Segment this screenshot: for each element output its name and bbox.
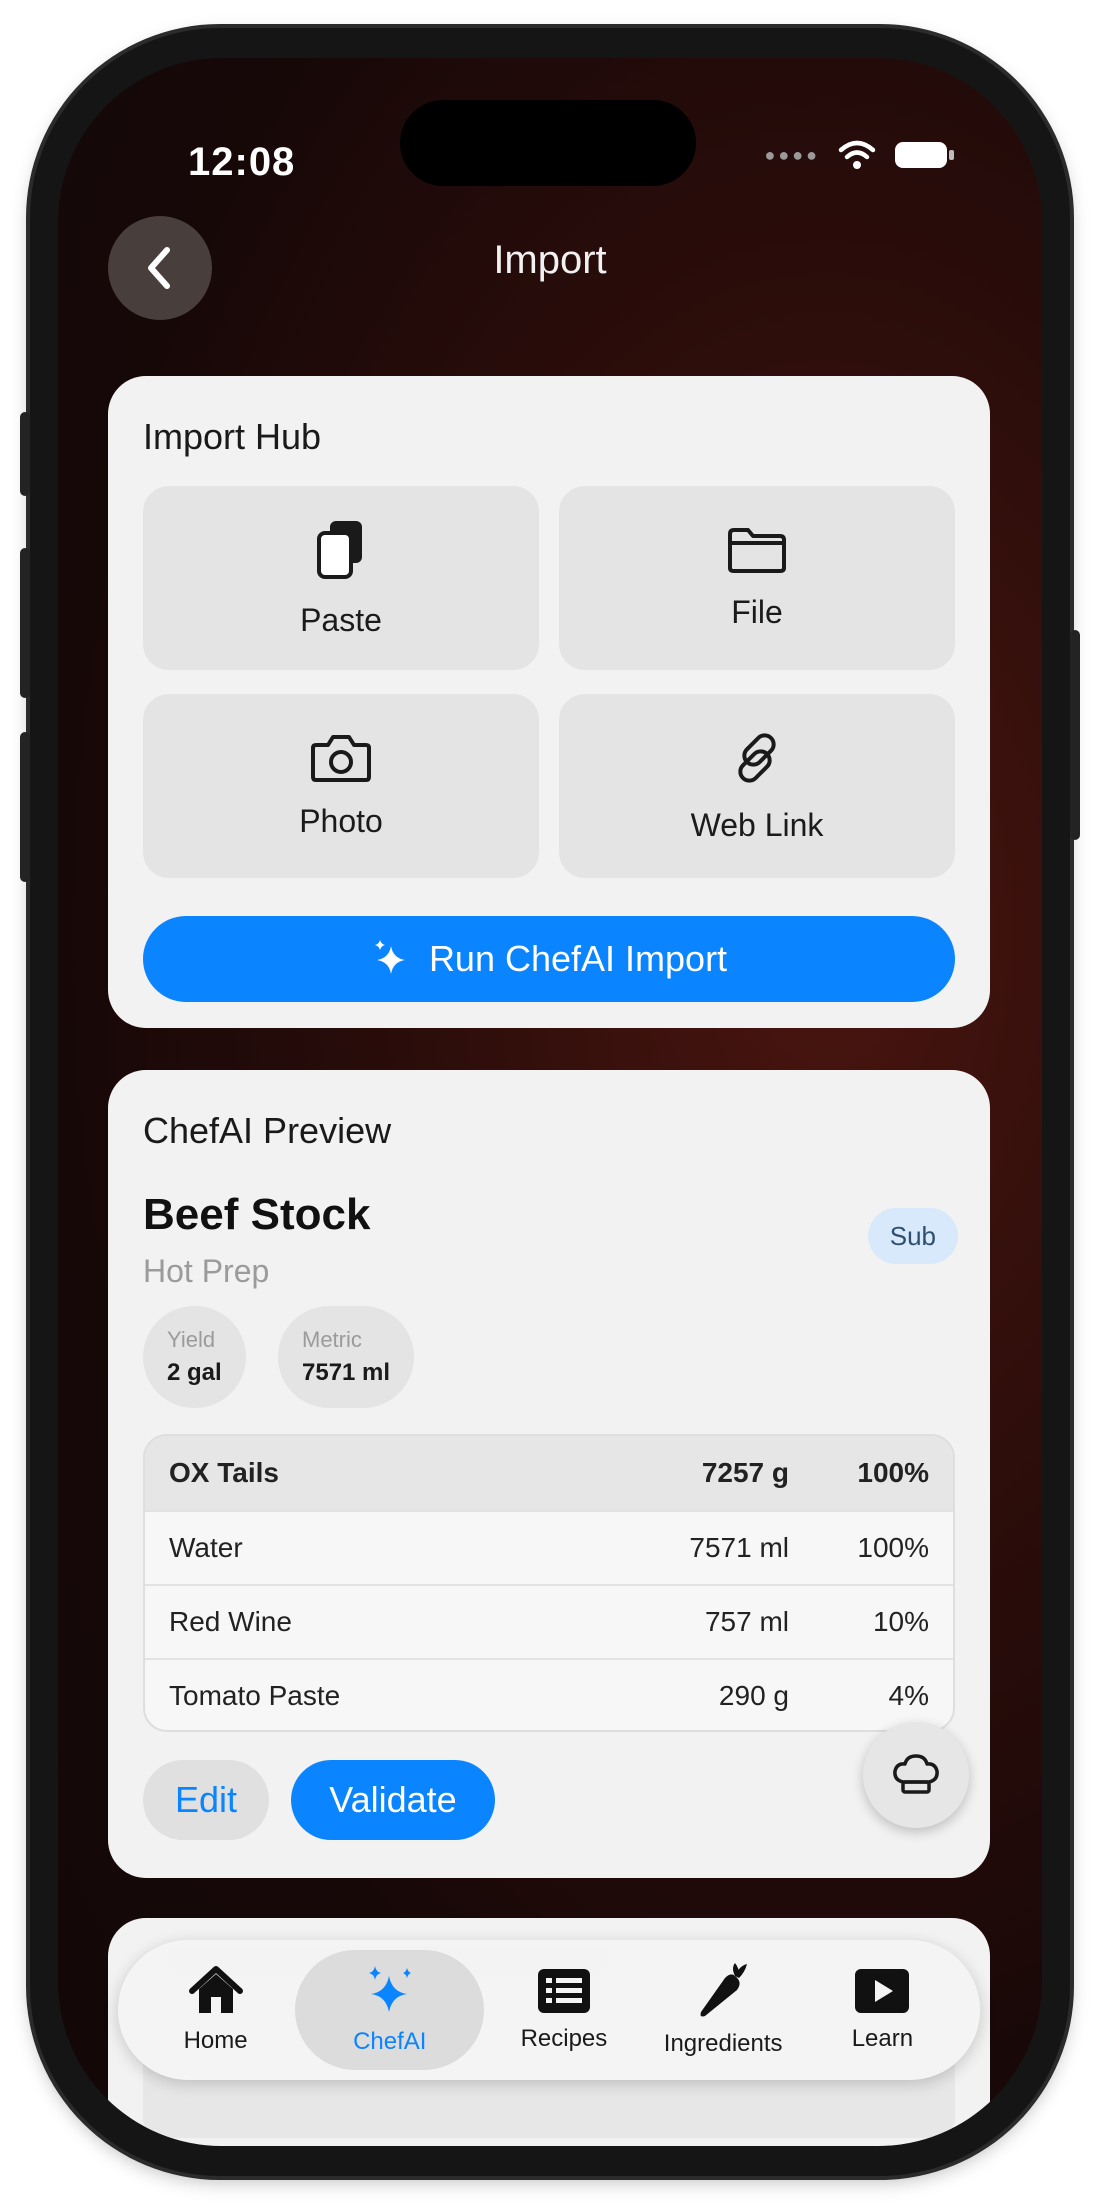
web-link-label: Web Link: [690, 806, 824, 843]
chef-hat-button[interactable]: [863, 1722, 969, 1828]
tab-chefai-label: ChefAI: [353, 2028, 427, 2055]
recipe-name: Beef Stock: [143, 1190, 371, 1239]
chefai-preview-card: ChefAI Preview Beef Stock Hot Prep Sub Y…: [108, 1070, 990, 1878]
status-time: 12:08: [188, 140, 296, 184]
metric-key: Metric: [302, 1327, 362, 1352]
tab-home[interactable]: Home: [136, 1950, 295, 2070]
chef-hat-icon: [893, 1754, 939, 1794]
volume-down-button: [20, 732, 30, 882]
photo-tile[interactable]: Photo: [143, 694, 539, 878]
dynamic-island: [400, 100, 696, 186]
table-row[interactable]: Water 7571 ml 100%: [145, 1510, 953, 1584]
import-hub-title: Import Hub: [143, 416, 322, 457]
ingredient-name: OX Tails: [169, 1457, 279, 1488]
tab-recipes-label: Recipes: [520, 2025, 608, 2052]
ingredient-percent: 100%: [857, 1457, 929, 1488]
ingredient-amount: 7257 g: [701, 1457, 789, 1488]
table-row[interactable]: Red Wine 757 ml 10%: [145, 1584, 953, 1658]
run-button-label: Run ChefAI Import: [428, 938, 728, 979]
paste-tile[interactable]: Paste: [143, 486, 539, 670]
tab-ingredients-label: Ingredients: [663, 2030, 783, 2057]
file-label: File: [731, 593, 783, 630]
yield-value: 2 gal: [167, 1359, 222, 1386]
ingredient-amount: 757 ml: [704, 1606, 789, 1637]
ingredient-percent: 4%: [888, 1680, 929, 1711]
carrot-icon: [700, 1963, 748, 2017]
power-button: [1070, 630, 1080, 840]
file-tile[interactable]: File: [559, 486, 955, 670]
camera-icon: [311, 734, 371, 782]
folder-icon: [728, 527, 786, 573]
yield-key: Yield: [167, 1327, 216, 1352]
ingredient-amount: 7571 ml: [689, 1532, 789, 1563]
validate-button[interactable]: Validate: [291, 1760, 495, 1840]
action-button: [20, 412, 30, 496]
house-icon: [188, 1966, 243, 2013]
status-badge: Sub: [867, 1208, 958, 1264]
phone-screen: 12:08 ●●●● Import Import Hub Paste File …: [58, 58, 1042, 2146]
metric-chip: Metric 7571 ml: [278, 1306, 415, 1408]
sparkles-icon: [368, 1966, 411, 2012]
paste-label: Paste: [300, 601, 382, 638]
ingredient-percent: 100%: [857, 1532, 929, 1563]
photo-label: Photo: [299, 802, 383, 839]
yield-chip: Yield 2 gal: [143, 1306, 246, 1408]
ingredient-name: Red Wine: [169, 1606, 292, 1637]
ingredient-name: Tomato Paste: [169, 1680, 341, 1711]
run-chefai-import-button[interactable]: Run ChefAI Import: [143, 916, 955, 1002]
play-icon: [855, 1969, 910, 2013]
sparkles-icon: [374, 940, 405, 974]
battery-icon: [895, 142, 954, 168]
wifi-icon: [838, 140, 876, 169]
link-icon: [738, 732, 776, 783]
tab-learn-label: Learn: [851, 2025, 914, 2052]
ingredients-table: OX Tails 7257 g 100% Water 7571 ml 100% …: [143, 1434, 955, 1732]
tab-ingredients[interactable]: Ingredients: [644, 1950, 803, 2070]
tab-recipes[interactable]: Recipes: [484, 1950, 643, 2070]
import-hub-card: Import Hub Paste File Photo Web Link Run…: [108, 376, 990, 1028]
ingredient-name: Water: [169, 1532, 243, 1563]
recipe-category: Hot Prep: [143, 1253, 270, 1289]
status-icons: ●●●●: [765, 140, 957, 170]
volume-up-button: [20, 548, 30, 698]
ingredient-percent: 10%: [872, 1606, 929, 1637]
ingredient-amount: 290 g: [718, 1680, 789, 1711]
metric-value: 7571 ml: [302, 1359, 391, 1386]
clipboard-icon: [317, 520, 362, 579]
tab-bar: Home ChefAI Recipes Ingredients Learn: [118, 1940, 980, 2080]
table-row[interactable]: Tomato Paste 290 g 4%: [145, 1658, 953, 1730]
tab-learn[interactable]: Learn: [803, 1950, 962, 2070]
page-title: Import: [493, 238, 607, 282]
edit-button[interactable]: Edit: [143, 1760, 269, 1840]
tab-home-label: Home: [183, 2027, 248, 2054]
tab-chefai[interactable]: ChefAI: [295, 1950, 485, 2070]
list-icon: [537, 1969, 590, 2013]
signal-icon: ●●●●: [764, 144, 820, 165]
preview-title: ChefAI Preview: [143, 1110, 392, 1151]
table-row[interactable]: OX Tails 7257 g 100%: [145, 1436, 953, 1510]
web-link-tile[interactable]: Web Link: [559, 694, 955, 878]
